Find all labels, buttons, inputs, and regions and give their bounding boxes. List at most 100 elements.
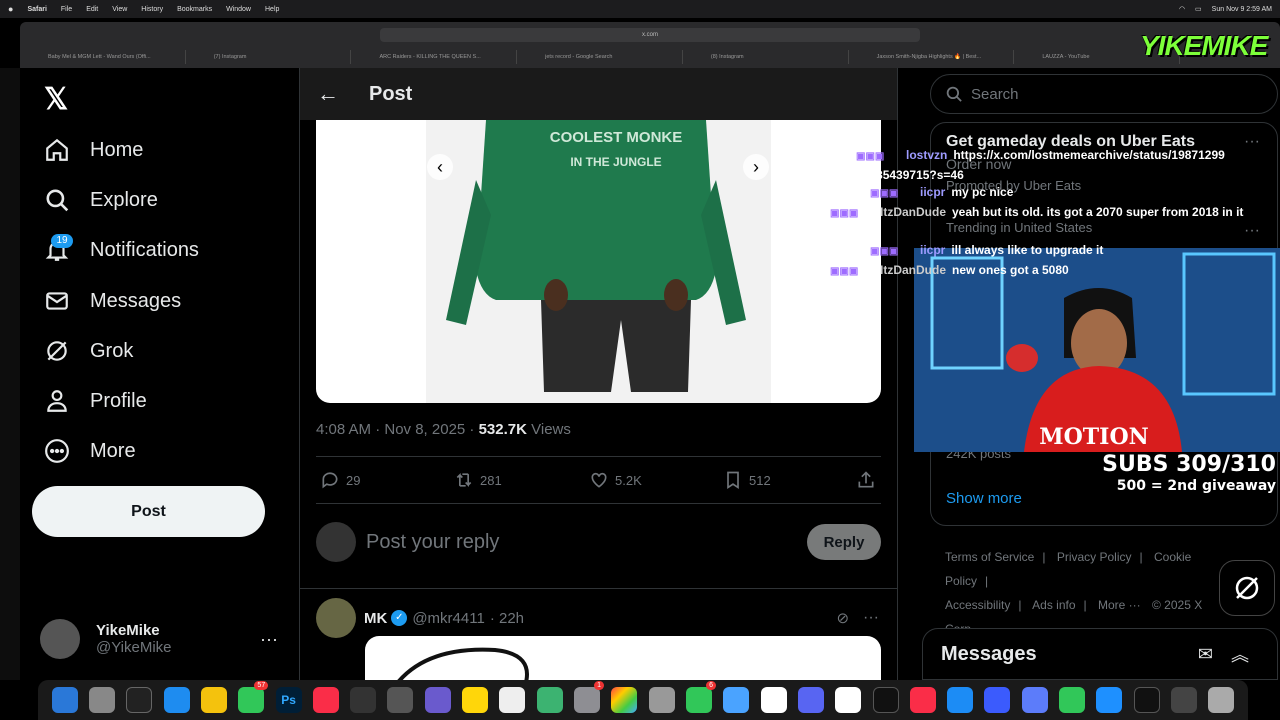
bookmark-icon: [727, 471, 739, 490]
downloads-icon[interactable]: [1171, 687, 1198, 713]
carousel-next-button[interactable]: ›: [743, 154, 769, 180]
account-more-icon[interactable]: ···: [260, 629, 278, 650]
facetime-icon[interactable]: 6: [685, 681, 716, 713]
quick-share-icon[interactable]: [1096, 687, 1123, 713]
browser-tab[interactable]: ARC Raiders - KILLING THE QUEEN S...: [351, 50, 518, 64]
browser-tab[interactable]: (7) Instagram: [186, 50, 352, 64]
photoshop-icon[interactable]: Ps: [275, 687, 302, 713]
trash-icon[interactable]: [1208, 687, 1235, 713]
footer-sep: |: [1083, 598, 1087, 612]
post-media-carousel[interactable]: COOLEST MONKE IN THE JUNGLE ‹ ›: [316, 120, 881, 403]
bookmark-action[interactable]: 512: [723, 470, 771, 490]
photos-icon[interactable]: [611, 687, 638, 713]
subs-goal: SUBS 309/310: [1102, 452, 1276, 477]
url-bar[interactable]: x.com: [380, 28, 920, 42]
news-icon[interactable]: [909, 687, 936, 713]
chat-text: new ones got a 5080: [952, 263, 1069, 277]
like-count: 5.2K: [615, 472, 642, 488]
menu-file[interactable]: File: [61, 6, 72, 13]
apple-tv-icon[interactable]: [872, 687, 899, 713]
freeform-icon[interactable]: [835, 687, 862, 713]
footer-more-link[interactable]: More ···: [1098, 598, 1141, 612]
calendar-icon[interactable]: [499, 687, 526, 713]
nav-more[interactable]: More: [44, 431, 136, 471]
carousel-prev-button[interactable]: ‹: [427, 154, 453, 180]
nav-label: Notifications: [90, 238, 199, 261]
messages-drawer[interactable]: Messages ✉ ︽: [922, 628, 1278, 680]
menu-bookmarks[interactable]: Bookmarks: [177, 6, 212, 13]
chrome-icon[interactable]: [200, 687, 227, 713]
nav-grok[interactable]: Grok: [44, 331, 133, 371]
notes-icon[interactable]: [462, 687, 489, 713]
browser-tab[interactable]: Baby Mel & MGM Lett - Wand Ours (Offi...: [20, 50, 186, 64]
like-action[interactable]: 5.2K: [589, 470, 642, 490]
next-post-image[interactable]: [365, 636, 881, 688]
post-button[interactable]: Post: [32, 486, 265, 537]
browser-tab[interactable]: jets record - Google Search: [517, 50, 683, 64]
nav-home[interactable]: Home: [44, 130, 143, 170]
post-timestamp[interactable]: 4:08 AM · Nov 8, 2025 ·: [316, 421, 479, 438]
mac-dock: 57 Ps 1 6: [38, 680, 1248, 720]
reply-button[interactable]: Reply: [807, 524, 881, 560]
wifi-icon[interactable]: ◠: [1179, 5, 1185, 13]
expand-icon[interactable]: ︽: [1231, 641, 1249, 667]
footer-terms-link[interactable]: Terms of Service: [945, 550, 1034, 564]
shirt-text-line1: COOLEST MONKE: [550, 129, 683, 146]
url-text: x.com: [641, 32, 658, 38]
piano-icon[interactable]: [350, 687, 377, 713]
browser-tab[interactable]: (8) Instagram: [683, 50, 849, 64]
browser-tab[interactable]: Jaxson Smith-Njigba Highlights 🔥 | Best.…: [849, 50, 1015, 64]
launchpad-icon[interactable]: [88, 687, 115, 713]
nav-messages[interactable]: Messages: [44, 281, 181, 321]
footer-privacy-link[interactable]: Privacy Policy: [1057, 550, 1132, 564]
show-more-link[interactable]: Show more: [946, 490, 1022, 507]
app-icon[interactable]: [984, 687, 1011, 713]
finder-icon[interactable]: [51, 687, 78, 713]
github-icon[interactable]: [1133, 687, 1160, 713]
notes-app-icon[interactable]: [424, 687, 451, 713]
capcut-icon[interactable]: [126, 687, 153, 713]
footer-accessibility-link[interactable]: Accessibility: [945, 598, 1010, 612]
search-input[interactable]: Search: [930, 74, 1278, 114]
new-message-icon[interactable]: ✉: [1198, 644, 1213, 665]
repost-action[interactable]: 281: [454, 470, 502, 490]
obs-icon[interactable]: [387, 687, 414, 713]
music-icon[interactable]: [312, 687, 339, 713]
stream-deck-icon[interactable]: [1021, 687, 1048, 713]
menu-view[interactable]: View: [112, 6, 127, 13]
reminders-icon[interactable]: [760, 687, 787, 713]
phone-icon[interactable]: [1059, 687, 1086, 713]
back-arrow-icon[interactable]: ←: [317, 81, 339, 107]
menu-edit[interactable]: Edit: [86, 6, 98, 13]
heart-icon: [591, 472, 607, 488]
mail-app-icon[interactable]: [723, 687, 750, 713]
reply-action[interactable]: 29: [320, 470, 360, 490]
chat-text: ill always like to upgrade it: [951, 243, 1104, 257]
menu-help[interactable]: Help: [265, 6, 279, 13]
grok-floating-button[interactable]: [1219, 560, 1275, 616]
maps-icon[interactable]: [536, 687, 563, 713]
account-switcher[interactable]: YikeMike @YikeMike ···: [40, 612, 290, 666]
x-logo-icon[interactable]: 𝕏: [44, 82, 68, 117]
settings-icon[interactable]: 1: [574, 681, 605, 713]
safari-icon[interactable]: [163, 687, 190, 713]
messages-app-icon[interactable]: 57: [238, 681, 269, 713]
app-store-icon[interactable]: [947, 687, 974, 713]
discord-icon[interactable]: [797, 687, 824, 713]
apple-icon[interactable]: ●: [8, 4, 13, 14]
post-more-icon[interactable]: ···: [863, 609, 879, 627]
menu-window[interactable]: Window: [226, 6, 251, 13]
menu-history[interactable]: History: [141, 6, 163, 13]
nav-explore[interactable]: Explore: [44, 180, 158, 220]
share-action[interactable]: [856, 470, 876, 490]
footer-ads-link[interactable]: Ads info: [1032, 598, 1075, 612]
next-post-header[interactable]: MK ✓ @mkr4411 · 22h ⊘ ···: [316, 598, 881, 638]
grok-explain-icon[interactable]: ⊘: [836, 609, 849, 627]
menu-app-name[interactable]: Safari: [27, 6, 46, 13]
nav-profile[interactable]: Profile: [44, 381, 147, 421]
menubar-clock[interactable]: Sun Nov 9 2:59 AM: [1212, 6, 1272, 13]
reply-input[interactable]: Post your reply: [366, 531, 807, 554]
battery-icon[interactable]: ▭: [1195, 5, 1202, 13]
contacts-icon[interactable]: [648, 687, 675, 713]
nav-label: Home: [90, 138, 144, 161]
